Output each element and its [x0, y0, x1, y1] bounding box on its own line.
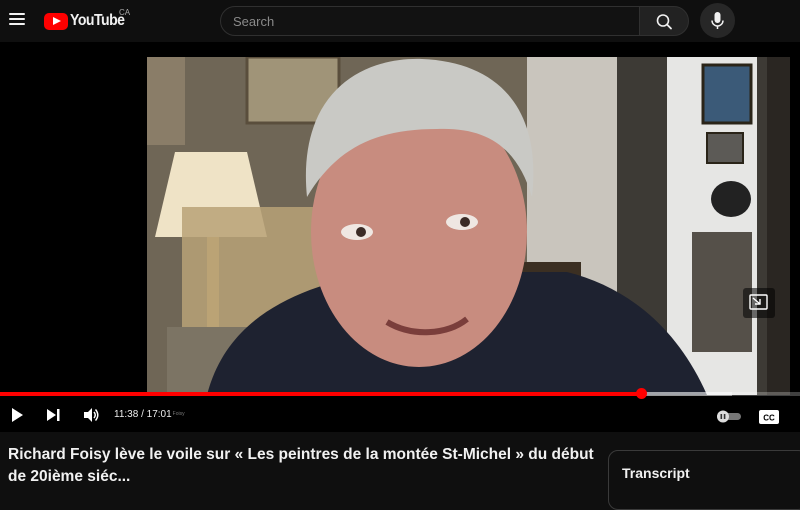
miniplayer-icon: [749, 294, 768, 310]
voice-search-button[interactable]: [700, 3, 735, 38]
video-frame[interactable]: [147, 57, 790, 395]
watch-metadata: Richard Foisy lève le voile sur « Les pe…: [0, 432, 800, 510]
progress-played: [0, 392, 641, 396]
youtube-logo-icon: [44, 12, 68, 30]
transcript-header: Transcript: [622, 465, 690, 481]
video-player[interactable]: 11:38 / 17:01Foisy CC: [0, 42, 800, 432]
masthead: YouTube CA: [0, 0, 800, 42]
captions-icon[interactable]: CC: [759, 408, 779, 426]
next-icon[interactable]: [45, 406, 61, 424]
logo-text: YouTube: [70, 12, 125, 29]
transcript-panel[interactable]: Transcript: [608, 450, 800, 510]
search-input[interactable]: [221, 7, 639, 35]
search-icon: [656, 14, 672, 30]
progress-bar[interactable]: [0, 388, 800, 399]
duration: 17:01: [146, 409, 172, 420]
microphone-icon: [711, 12, 724, 29]
player-controls: 11:38 / 17:01Foisy CC: [0, 398, 800, 432]
time-separator: /: [138, 409, 147, 420]
video-content: [147, 57, 790, 395]
time-display: 11:38 / 17:01Foisy: [114, 409, 185, 420]
search-button[interactable]: [639, 6, 689, 36]
current-time: 11:38: [114, 409, 139, 420]
country-code: CA: [119, 8, 131, 17]
miniplayer-button[interactable]: [743, 288, 775, 318]
video-title: Richard Foisy lève le voile sur « Les pe…: [8, 446, 594, 485]
chapter-text: Foisy: [172, 411, 185, 418]
menu-icon[interactable]: [9, 13, 25, 27]
autoplay-toggle-icon[interactable]: [714, 407, 742, 425]
svg-text:CC: CC: [763, 414, 775, 423]
play-icon[interactable]: [9, 406, 25, 424]
volume-icon[interactable]: [82, 406, 100, 424]
search-box: [220, 6, 640, 36]
